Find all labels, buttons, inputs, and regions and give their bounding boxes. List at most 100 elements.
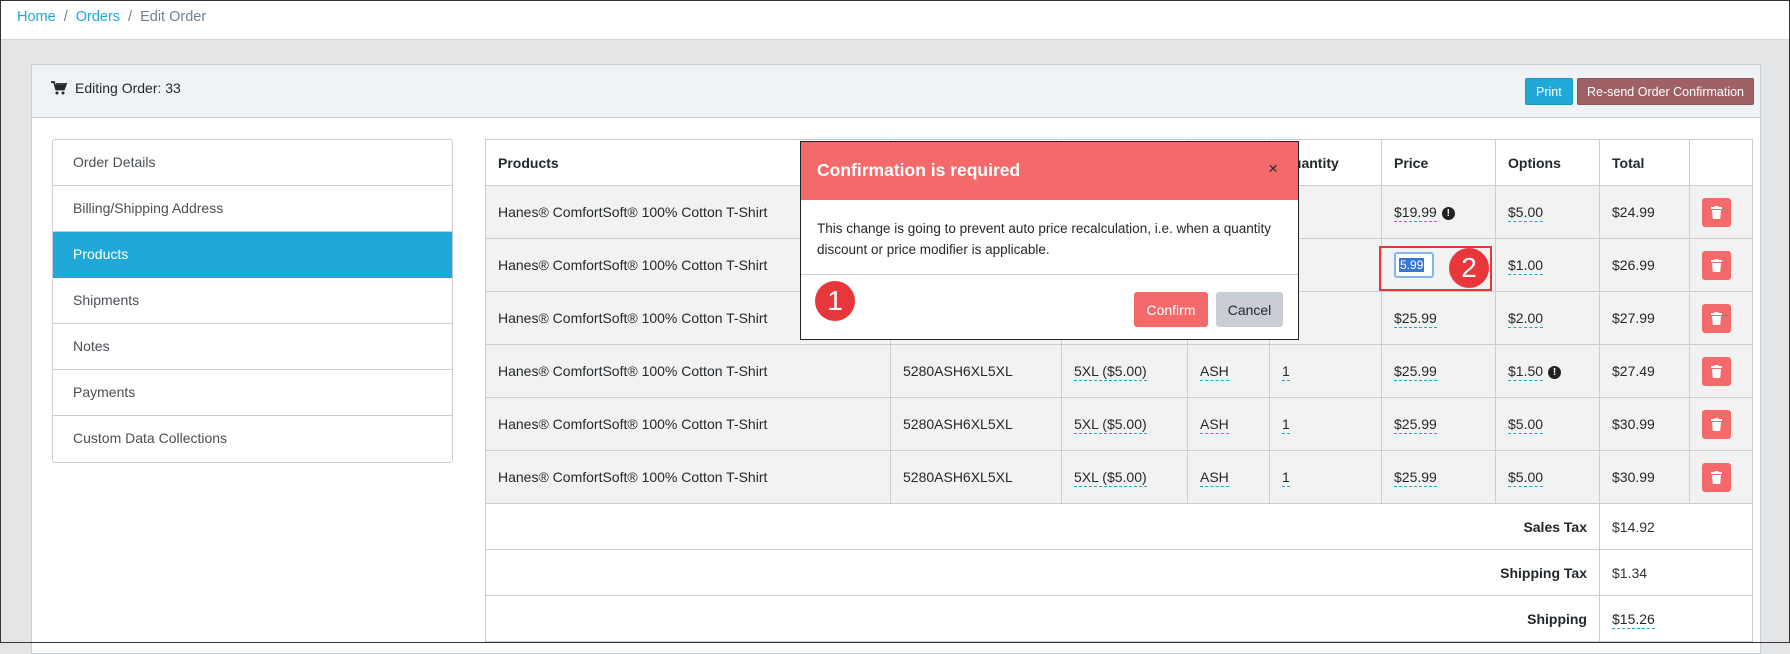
- summary-label: Shipping: [485, 595, 1600, 642]
- breadcrumb-separator: /: [63, 9, 68, 25]
- product-sku: 5280ASH6XL5XL: [890, 450, 1062, 504]
- annotation-badge-1: 1: [815, 281, 855, 321]
- price-editable[interactable]: $25.99: [1394, 363, 1437, 381]
- delete-row-button[interactable]: [1702, 356, 1731, 386]
- quantity-editable[interactable]: 1: [1282, 416, 1290, 434]
- price-editable[interactable]: $25.99: [1394, 469, 1437, 487]
- price-input[interactable]: 5.99: [1394, 252, 1434, 278]
- product-price: $25.99: [1381, 397, 1496, 451]
- price-input-selected-text: 5.99: [1399, 258, 1425, 272]
- info-icon[interactable]: !: [1441, 207, 1455, 220]
- summary-value: $1.34: [1599, 549, 1753, 596]
- confirmation-modal: Confirmation is required × This change i…: [800, 141, 1299, 340]
- color-editable[interactable]: ASH: [1200, 469, 1229, 487]
- product-total: $30.99: [1599, 450, 1690, 504]
- product-sku: 5280ASH6XL5XL: [890, 397, 1062, 451]
- color-editable[interactable]: ASH: [1200, 363, 1229, 381]
- product-options: $5.00: [1495, 450, 1600, 504]
- sidebar-item-products[interactable]: Products: [53, 232, 452, 278]
- options-editable[interactable]: $1.50: [1508, 363, 1544, 381]
- header-price: Price: [1381, 139, 1496, 186]
- sidebar-item-billing-shipping[interactable]: Billing/Shipping Address: [53, 186, 452, 232]
- cancel-button[interactable]: Cancel: [1216, 292, 1283, 327]
- sidebar-item-custom-data[interactable]: Custom Data Collections: [53, 416, 452, 462]
- confirm-button[interactable]: Confirm: [1134, 292, 1208, 327]
- header-total: Total: [1599, 139, 1690, 186]
- product-total: $24.99: [1599, 185, 1690, 239]
- product-quantity: 1: [1269, 450, 1382, 504]
- product-price: $25.99: [1381, 291, 1496, 345]
- page-title-text: Editing Order: 33: [75, 80, 181, 96]
- product-price: $25.99: [1381, 450, 1496, 504]
- trash-icon: [1711, 364, 1722, 378]
- options-editable[interactable]: $1.00: [1508, 257, 1544, 275]
- delete-row-button[interactable]: [1702, 462, 1731, 492]
- options-editable[interactable]: $5.00: [1508, 416, 1544, 434]
- options-editable[interactable]: $5.00: [1508, 469, 1544, 487]
- product-price: $25.99: [1381, 344, 1496, 398]
- product-options: $2.00: [1495, 291, 1600, 345]
- order-sidebar-nav: Order Details Billing/Shipping Address P…: [52, 139, 453, 463]
- delete-row-button[interactable]: [1702, 303, 1731, 333]
- delete-row-button[interactable]: [1702, 409, 1731, 439]
- info-icon[interactable]: !: [1548, 366, 1562, 379]
- delete-row-button[interactable]: [1702, 197, 1731, 227]
- product-sku: 5280ASH6XL5XL: [890, 344, 1062, 398]
- color-editable[interactable]: ASH: [1200, 416, 1229, 434]
- size-editable[interactable]: 5XL ($5.00): [1074, 469, 1147, 487]
- sidebar-item-payments[interactable]: Payments: [53, 370, 452, 416]
- breadcrumb-home-link[interactable]: Home: [17, 9, 56, 25]
- product-actions: [1689, 450, 1753, 504]
- product-total: $27.99: [1599, 291, 1690, 345]
- product-size: 5XL ($5.00): [1061, 450, 1188, 504]
- product-actions: [1689, 344, 1753, 398]
- trash-icon: [1711, 205, 1722, 219]
- options-editable[interactable]: $5.00: [1508, 204, 1544, 222]
- sidebar-item-notes[interactable]: Notes: [53, 324, 452, 370]
- summary-label: Sales Tax: [485, 503, 1600, 550]
- print-button[interactable]: Print: [1525, 78, 1573, 105]
- header-options: Options: [1495, 139, 1600, 186]
- price-editable[interactable]: $25.99: [1394, 416, 1437, 434]
- product-actions: [1689, 397, 1753, 451]
- product-name: Hanes® ComfortSoft® 100% Cotton T-Shirt: [485, 450, 891, 504]
- shipping-editable[interactable]: $15.26: [1612, 610, 1655, 629]
- product-quantity: 1: [1269, 397, 1382, 451]
- product-color: ASH: [1187, 397, 1270, 451]
- product-total: $30.99: [1599, 397, 1690, 451]
- modal-header: Confirmation is required ×: [801, 142, 1298, 200]
- page-title: Editing Order: 33: [51, 80, 181, 96]
- product-actions: [1689, 185, 1753, 239]
- sidebar-item-order-details[interactable]: Order Details: [53, 140, 452, 186]
- table-row: Hanes® ComfortSoft® 100% Cotton T-Shirt …: [485, 344, 1753, 398]
- summary-row-shipping: Shipping $15.26: [485, 595, 1753, 642]
- product-options: $5.00: [1495, 397, 1600, 451]
- price-editable[interactable]: $19.99: [1394, 204, 1437, 222]
- close-icon[interactable]: ×: [1262, 158, 1284, 180]
- table-row: Hanes® ComfortSoft® 100% Cotton T-Shirt …: [485, 450, 1753, 504]
- price-editable[interactable]: $25.99: [1394, 310, 1437, 328]
- options-editable[interactable]: $2.00: [1508, 310, 1544, 328]
- summary-value: $15.26: [1599, 595, 1753, 642]
- sidebar-item-shipments[interactable]: Shipments: [53, 278, 452, 324]
- header-actions: [1689, 139, 1753, 186]
- modal-title: Confirmation is required: [817, 160, 1021, 180]
- summary-value: $14.92: [1599, 503, 1753, 550]
- product-name: Hanes® ComfortSoft® 100% Cotton T-Shirt: [485, 397, 891, 451]
- product-options: $5.00: [1495, 185, 1600, 239]
- table-row: Hanes® ComfortSoft® 100% Cotton T-Shirt …: [485, 397, 1753, 451]
- breadcrumb-orders-link[interactable]: Orders: [76, 9, 120, 25]
- product-total: $26.99: [1599, 238, 1690, 292]
- shopping-cart-icon: [51, 81, 67, 95]
- quantity-editable[interactable]: 1: [1282, 363, 1290, 381]
- product-color: ASH: [1187, 450, 1270, 504]
- resend-confirmation-button[interactable]: Re-send Order Confirmation: [1577, 78, 1755, 105]
- size-editable[interactable]: 5XL ($5.00): [1074, 416, 1147, 434]
- quantity-editable[interactable]: 1: [1282, 469, 1290, 487]
- trash-icon: [1711, 311, 1722, 325]
- product-quantity: 1: [1269, 344, 1382, 398]
- trash-icon: [1711, 417, 1722, 431]
- delete-row-button[interactable]: [1702, 250, 1731, 280]
- size-editable[interactable]: 5XL ($5.00): [1074, 363, 1147, 381]
- product-name: Hanes® ComfortSoft® 100% Cotton T-Shirt: [485, 344, 891, 398]
